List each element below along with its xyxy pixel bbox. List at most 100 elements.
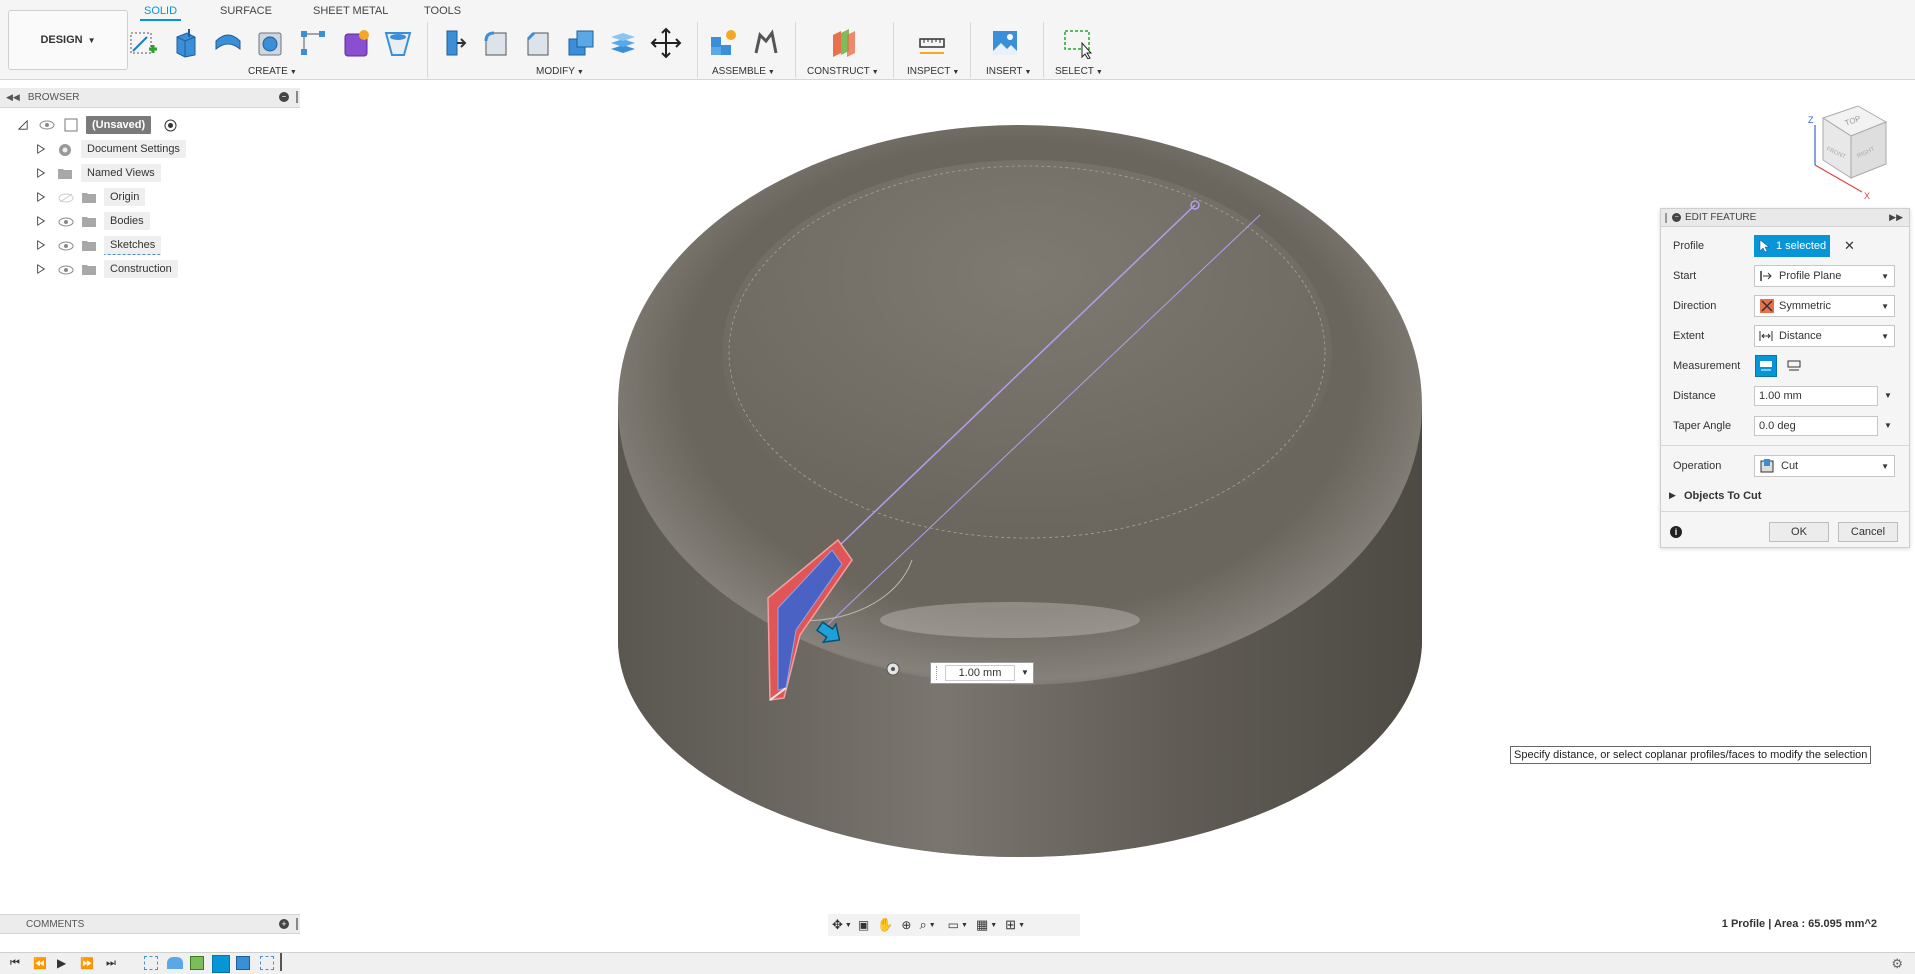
revolve-icon[interactable] <box>210 24 246 62</box>
measurement-mode-1-button[interactable] <box>1755 355 1777 377</box>
cancel-button[interactable]: Cancel <box>1838 522 1898 542</box>
distance-input[interactable]: 1.00 mm <box>1754 386 1878 406</box>
extent-select[interactable]: Distance ▼ <box>1754 325 1895 347</box>
workspace-switcher[interactable]: DESIGN ▼ <box>8 10 128 70</box>
expand-triangle-icon[interactable] <box>36 192 46 202</box>
browser-item-document-settings[interactable]: Document Settings <box>0 138 300 160</box>
info-icon[interactable]: i <box>1670 526 1682 538</box>
taper-angle-input[interactable]: 0.0 deg <box>1754 416 1878 436</box>
body-top-face[interactable] <box>722 160 1332 544</box>
combine-icon[interactable] <box>605 24 641 62</box>
minimize-icon[interactable]: − <box>279 92 289 102</box>
assemble-menu[interactable]: ASSEMBLE ▼ <box>712 66 775 77</box>
chevron-down-icon[interactable]: ▼ <box>990 922 997 929</box>
expand-triangle-icon[interactable]: ▶ <box>1669 490 1676 501</box>
create-sketch-icon[interactable] <box>125 24 161 62</box>
activate-radio-icon[interactable] <box>164 119 177 132</box>
inspect-menu[interactable]: INSPECT ▼ <box>907 66 959 77</box>
browser-item-named-views[interactable]: Named Views <box>0 162 300 184</box>
distance-manipulator[interactable]: 1.00 mm ▼ <box>930 662 1034 684</box>
start-select[interactable]: Profile Plane ▼ <box>1754 265 1895 287</box>
fillet-icon[interactable] <box>478 24 514 62</box>
grid-icon[interactable]: ▦ <box>976 917 988 933</box>
minimize-icon[interactable]: − <box>1672 213 1681 222</box>
eye-icon[interactable] <box>58 265 74 275</box>
select-window-icon[interactable] <box>1060 24 1096 62</box>
expand-triangle-icon[interactable] <box>36 264 46 274</box>
tab-surface[interactable]: SURFACE <box>216 3 276 19</box>
eye-icon[interactable] <box>58 217 74 227</box>
step-back-icon[interactable]: ⏪ <box>33 957 47 970</box>
viewcube[interactable]: TOP FRONT RIGHT Z X <box>1808 105 1888 201</box>
chevron-down-icon[interactable]: ▼ <box>961 922 968 929</box>
browser-item-construction[interactable]: Construction <box>0 258 300 280</box>
gear-icon[interactable]: ⚙ <box>1891 956 1903 972</box>
chevron-down-icon[interactable]: ▼ <box>929 922 936 929</box>
expand-triangle-icon[interactable] <box>36 216 46 226</box>
joint-icon[interactable] <box>748 24 784 62</box>
insert-menu[interactable]: INSERT ▼ <box>986 66 1031 77</box>
eye-icon[interactable] <box>39 120 55 130</box>
zoom-icon[interactable]: ⊕ <box>901 918 911 932</box>
timeline-marker[interactable] <box>280 953 282 971</box>
zoom-window-icon[interactable]: ⌕ <box>919 917 926 933</box>
new-component-icon[interactable] <box>705 24 741 62</box>
collapse-panel-icon[interactable]: ◀◀ <box>6 92 20 103</box>
step-forward-icon[interactable]: ⏩ <box>80 957 94 970</box>
profile-selection-button[interactable]: 1 selected <box>1754 235 1830 257</box>
panel-grip-icon[interactable] <box>296 918 298 930</box>
chevron-down-icon[interactable]: ▼ <box>845 922 852 929</box>
chevron-down-icon[interactable]: ▼ <box>1018 922 1025 929</box>
expand-triangle-icon[interactable] <box>18 120 28 130</box>
shell-icon[interactable] <box>563 24 599 62</box>
measure-icon[interactable] <box>914 24 950 62</box>
pan-icon[interactable]: ✋ <box>877 917 893 933</box>
create-form-icon[interactable] <box>338 24 374 62</box>
orbit-icon[interactable]: ✥ <box>832 917 843 933</box>
move-icon[interactable] <box>648 24 684 62</box>
measurement-mode-2-button[interactable] <box>1783 355 1805 377</box>
tab-sheet-metal[interactable]: SHEET METAL <box>309 3 392 19</box>
panel-grip-icon[interactable] <box>1665 212 1667 223</box>
timeline-extrude-icon[interactable] <box>236 956 250 970</box>
tab-tools[interactable]: TOOLS <box>420 3 465 19</box>
derive-icon[interactable] <box>380 24 416 62</box>
tab-solid[interactable]: SOLID <box>140 3 182 21</box>
pattern-icon[interactable] <box>295 24 331 62</box>
ok-button[interactable]: OK <box>1769 522 1829 542</box>
timeline-feature-icon[interactable] <box>190 956 204 970</box>
look-at-icon[interactable]: ▣ <box>858 918 869 932</box>
operation-select[interactable]: Cut ▼ <box>1754 455 1895 477</box>
expand-triangle-icon[interactable] <box>36 168 46 178</box>
viewports-icon[interactable]: ⊞ <box>1005 917 1016 933</box>
panel-grip-icon[interactable] <box>296 91 298 103</box>
chevron-down-icon[interactable]: ▼ <box>1021 668 1029 677</box>
construct-menu[interactable]: CONSTRUCT ▼ <box>807 66 879 77</box>
insert-image-icon[interactable] <box>987 24 1023 62</box>
expand-triangle-icon[interactable] <box>36 240 46 250</box>
offset-plane-icon[interactable] <box>825 24 861 62</box>
play-icon[interactable]: ▶ <box>57 956 66 970</box>
direction-select[interactable]: Symmetric ▼ <box>1754 295 1895 317</box>
create-menu[interactable]: CREATE ▼ <box>248 66 297 77</box>
chevron-down-icon[interactable]: ▼ <box>1884 391 1892 400</box>
expand-triangle-icon[interactable] <box>36 144 46 154</box>
distance-manipulator-value[interactable]: 1.00 mm <box>945 665 1015 681</box>
select-menu[interactable]: SELECT ▼ <box>1055 66 1103 77</box>
expand-panel-icon[interactable]: ▶▶ <box>1889 212 1903 223</box>
display-settings-icon[interactable]: ▭ <box>948 918 959 932</box>
extrude-icon[interactable] <box>167 24 203 62</box>
objects-to-cut-row[interactable]: ▶ Objects To Cut <box>1661 483 1909 509</box>
timeline-revolve-icon[interactable] <box>167 957 183 969</box>
press-pull-icon[interactable] <box>435 24 471 62</box>
eye-hidden-icon[interactable] <box>58 193 74 203</box>
browser-item-sketches[interactable]: Sketches <box>0 234 300 256</box>
go-to-end-icon[interactable]: ⏭ <box>106 957 116 970</box>
clear-selection-icon[interactable]: ✕ <box>1844 238 1855 254</box>
add-comment-icon[interactable]: + <box>279 919 289 929</box>
timeline-sketch-active-icon[interactable] <box>212 955 230 973</box>
go-to-start-icon[interactable]: ⏮ <box>10 957 20 970</box>
chamfer-icon[interactable] <box>520 24 556 62</box>
eye-icon[interactable] <box>58 241 74 251</box>
chevron-down-icon[interactable]: ▼ <box>1884 421 1892 430</box>
